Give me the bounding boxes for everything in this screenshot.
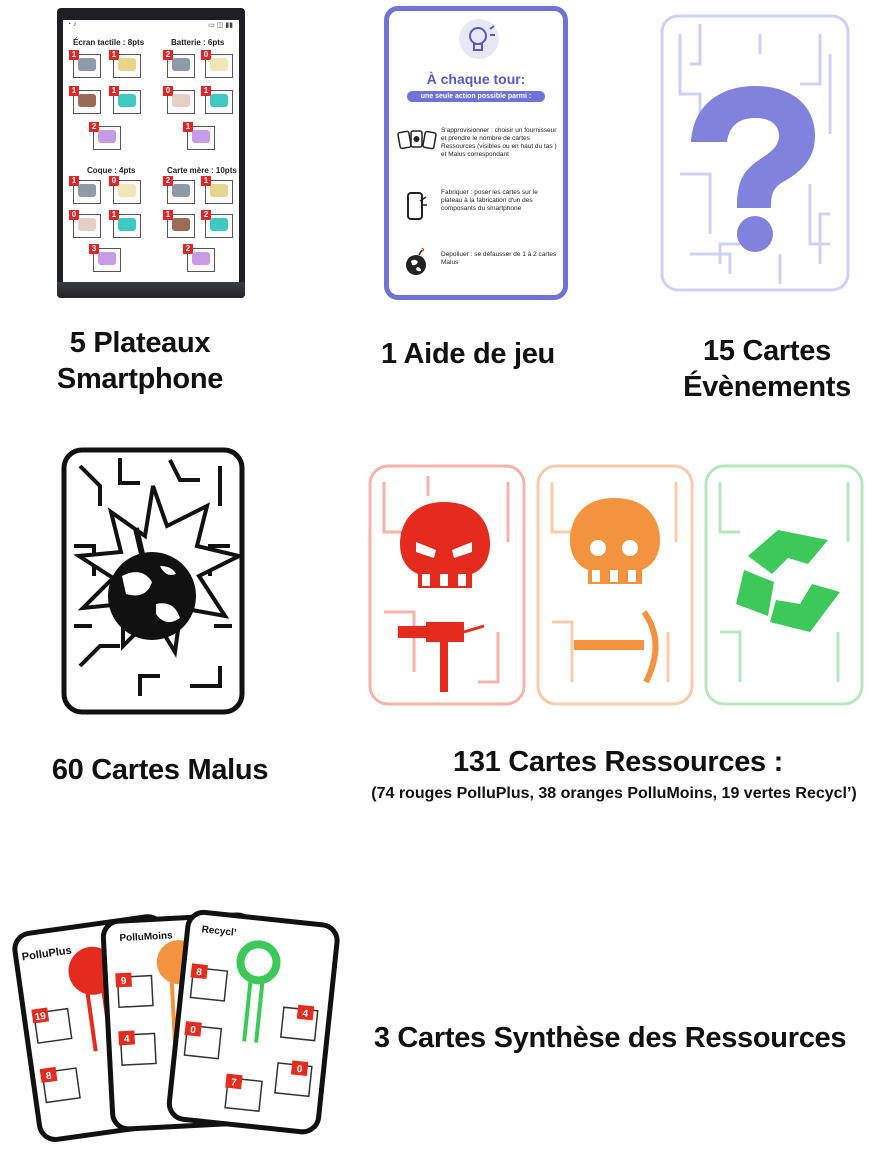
lightbulb-icon — [459, 19, 499, 59]
synthese-caption: 3 Cartes Synthèse des Ressources — [370, 1020, 850, 1056]
resource-slot: 1 — [69, 86, 101, 114]
resource-slot: 2 — [183, 244, 215, 272]
polluplus-card — [368, 464, 526, 706]
wifi-icon: ◔ ♪ — [67, 21, 77, 28]
aid-action-supply: S'approvisionner : choisir un fournisseu… — [441, 127, 557, 158]
aide-caption-text: 1 Aide de jeu — [381, 338, 555, 370]
pickaxe-icon — [574, 640, 644, 650]
resource-slot: 2 — [163, 176, 195, 204]
smartphone-board: ◔ ♪ ▭ ◫ ▮▮ Écran tactile : 8pts Batterie… — [57, 8, 245, 298]
synthesis-cards: 19 8 PolluPlus 9 4 PolluMoins 8 4 0 0 7 … — [12, 909, 340, 1142]
resource-slot: 0 — [163, 86, 195, 114]
plateaux-caption: 5 Plateaux Smartphone — [40, 325, 240, 397]
ressources-caption-text: 131 Cartes Ressources : — [452, 746, 783, 778]
bomb-earth-icon — [406, 247, 426, 275]
resource-slot: 1 — [201, 176, 233, 204]
resource-slot: 1 — [69, 176, 101, 204]
synthesis-value: 19 — [34, 1011, 47, 1024]
synthesis-value: 9 — [121, 976, 128, 987]
board-section-title: Batterie : 6pts — [171, 38, 225, 47]
resource-slot: 2 — [89, 122, 121, 150]
phone-bottom-bar — [57, 282, 245, 298]
evenements-caption: 15 Cartes Évènements — [660, 333, 874, 405]
smartphone-icon — [407, 192, 427, 220]
board-section-title: Écran tactile : 8pts — [73, 38, 145, 47]
game-aid-card: À chaque tour: une seule action possible… — [384, 6, 568, 300]
resource-slot: 0 — [69, 210, 101, 238]
resource-slot: 3 — [89, 244, 121, 272]
resource-slot: 1 — [69, 50, 101, 78]
plateaux-caption-line1: 5 Plateaux — [69, 327, 211, 359]
question-dot-icon — [737, 216, 773, 252]
aid-action-clean: Dépolluer : se défausser de 1 à 2 cartes… — [441, 251, 557, 266]
event-card — [660, 14, 850, 292]
pollumoins-card — [536, 464, 694, 706]
cards-icon — [397, 130, 437, 150]
ressources-detail-text: (74 rouges PolluPlus, 38 oranges PolluMo… — [371, 785, 857, 802]
resource-slot: 0 — [109, 176, 141, 204]
synthesis-value: 4 — [124, 1034, 131, 1045]
earth-icon — [108, 552, 196, 640]
board-section-title: Coque : 4pts — [87, 166, 136, 175]
board-section-title: Carte mère : 10pts — [167, 166, 237, 175]
resource-slot: 1 — [201, 86, 233, 114]
resource-slot: 2 — [163, 50, 195, 78]
resource-slot: 1 — [163, 210, 195, 238]
status-bar: ◔ ♪ ▭ ◫ ▮▮ — [63, 20, 239, 32]
plateaux-caption-line2: Smartphone — [56, 363, 224, 395]
resource-slot: 0 — [201, 50, 233, 78]
smartphone-board-screen: ◔ ♪ ▭ ◫ ▮▮ Écran tactile : 8pts Batterie… — [63, 20, 239, 282]
aide-caption: 1 Aide de jeu — [368, 336, 568, 372]
recycl-card — [704, 464, 864, 706]
evenements-caption-line2: Évènements — [683, 371, 851, 403]
ressources-caption: 131 Cartes Ressources : — [368, 744, 868, 780]
aid-title: À chaque tour: — [426, 71, 526, 87]
malus-card — [61, 447, 245, 715]
synthesis-card-recycl: 8 4 0 0 7 Recycl’ — [166, 909, 340, 1135]
ressources-detail: (74 rouges PolluPlus, 38 oranges PolluMo… — [336, 784, 892, 804]
evenements-caption-line1: 15 Cartes — [703, 335, 831, 367]
resource-slot: 1 — [109, 86, 141, 114]
resource-slot: 2 — [201, 210, 233, 238]
aid-subtitle: une seule action possible parmi : — [407, 91, 545, 102]
battery-icon: ▭ ◫ ▮▮ — [208, 22, 233, 29]
dynamite-icon — [426, 622, 464, 642]
malus-caption-text: 60 Cartes Malus — [51, 754, 269, 786]
resource-slot: 1 — [109, 210, 141, 238]
malus-caption: 60 Cartes Malus — [40, 752, 280, 788]
resource-slot: 1 — [183, 122, 215, 150]
synthese-caption-text: 3 Cartes Synthèse des Ressources — [373, 1022, 847, 1054]
resource-cards — [368, 464, 864, 706]
aid-action-build: Fabriquer : poser les cartes sur le plat… — [441, 189, 538, 212]
resource-slot: 1 — [109, 50, 141, 78]
